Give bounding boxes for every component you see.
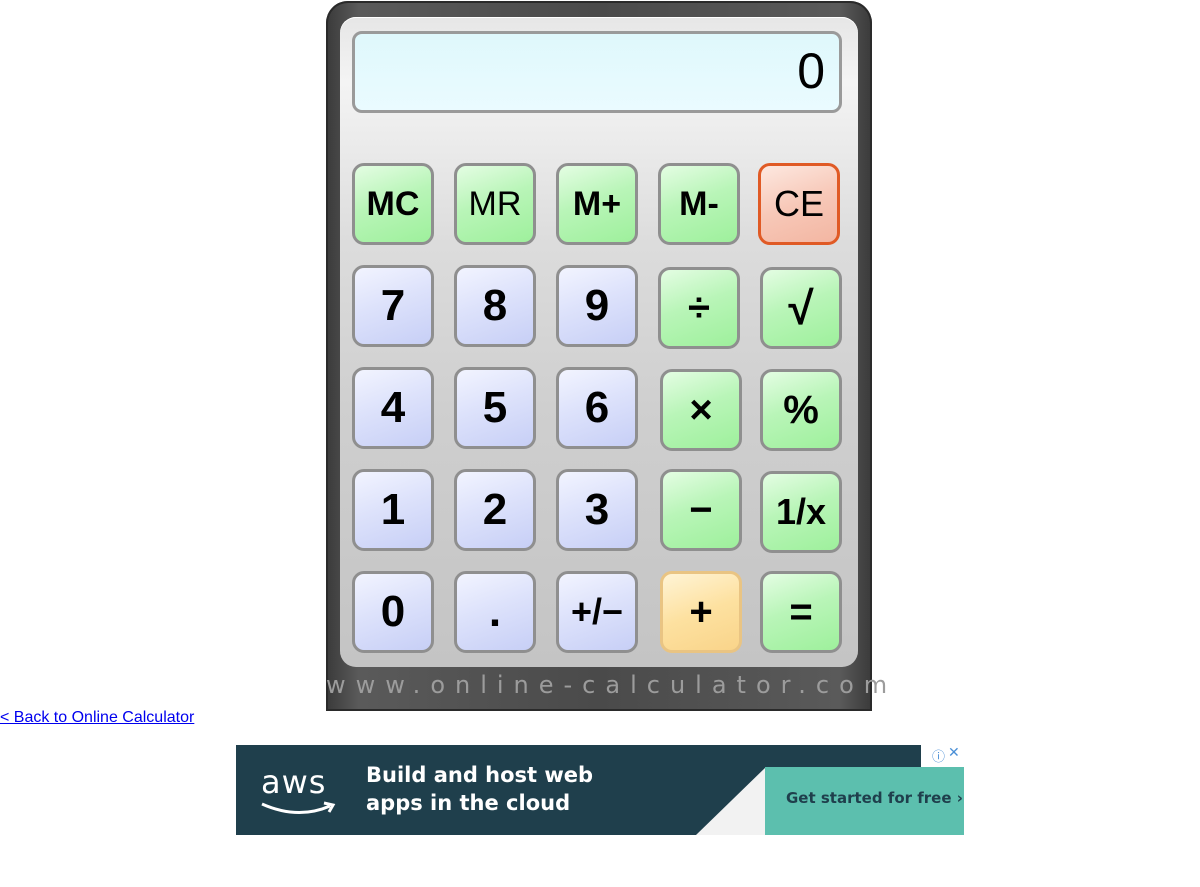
ad-headline: Build and host web apps in the cloud (366, 761, 593, 817)
negate-button[interactable]: +/− (556, 571, 638, 653)
ad-close-icon[interactable]: ✕ (948, 745, 960, 761)
ad-headline-line1: Build and host web (366, 763, 594, 787)
calculator: 0 MC MR M+ M- CE 7 8 9 ÷ √ 4 5 6 × % 1 2… (326, 1, 898, 711)
m-minus-button[interactable]: M- (658, 163, 740, 245)
mr-button[interactable]: MR (454, 163, 536, 245)
five-button[interactable]: 5 (454, 367, 536, 449)
plus-button[interactable]: + (660, 571, 742, 653)
divide-button[interactable]: ÷ (658, 267, 740, 349)
seven-button[interactable]: 7 (352, 265, 434, 347)
sqrt-button[interactable]: √ (760, 267, 842, 349)
m-plus-button[interactable]: M+ (556, 163, 638, 245)
two-button[interactable]: 2 (454, 469, 536, 551)
six-button[interactable]: 6 (556, 367, 638, 449)
ad-headline-line2: apps in the cloud (366, 791, 571, 815)
eight-button[interactable]: 8 (454, 265, 536, 347)
nine-button[interactable]: 9 (556, 265, 638, 347)
ad-info-icon[interactable]: ⓘ (932, 746, 945, 765)
mc-button[interactable]: MC (352, 163, 434, 245)
advertisement-banner[interactable]: ⓘ ✕ aws Build and host web apps in the c… (236, 745, 964, 835)
decimal-button[interactable]: . (454, 571, 536, 653)
multiply-button[interactable]: × (660, 369, 742, 451)
ad-cta-button[interactable]: Get started for free › (786, 789, 963, 807)
ad-divider-shape (696, 767, 766, 835)
ce-button[interactable]: CE (758, 163, 840, 245)
aws-logo: aws (261, 763, 327, 801)
display-value: 0 (797, 43, 825, 99)
back-to-calculator-link[interactable]: < Back to Online Calculator (0, 709, 194, 727)
calculator-face: 0 MC MR M+ M- CE 7 8 9 ÷ √ 4 5 6 × % 1 2… (340, 17, 858, 667)
one-button[interactable]: 1 (352, 469, 434, 551)
three-button[interactable]: 3 (556, 469, 638, 551)
percent-button[interactable]: % (760, 369, 842, 451)
zero-button[interactable]: 0 (352, 571, 434, 653)
minus-button[interactable]: − (660, 469, 742, 551)
brand-text: www.online-calculator.com (326, 671, 898, 699)
reciprocal-button[interactable]: 1/x (760, 471, 842, 553)
equals-button[interactable]: = (760, 571, 842, 653)
aws-smile-icon (261, 801, 336, 815)
four-button[interactable]: 4 (352, 367, 434, 449)
calculator-display: 0 (352, 31, 842, 113)
